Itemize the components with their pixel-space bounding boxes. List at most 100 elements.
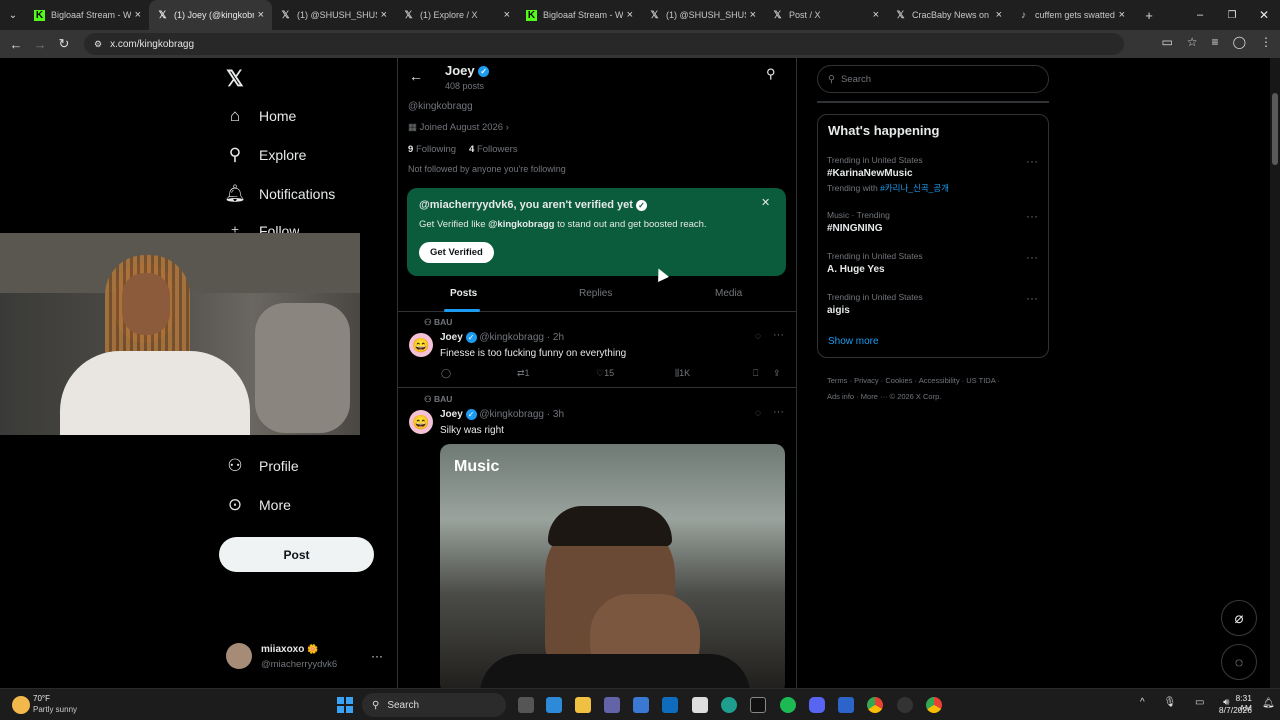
profile-search-icon[interactable]: ⚲ <box>766 66 776 82</box>
start-icon[interactable] <box>337 697 353 713</box>
spotify-icon[interactable] <box>780 697 796 713</box>
avatar[interactable]: 😄 <box>409 410 433 434</box>
taskbar-search[interactable]: ⚲ Search <box>362 693 506 717</box>
account-switcher[interactable]: miiaxoxo 🌼 @miacherryydvk6 ··· <box>226 643 386 673</box>
close-tab-icon[interactable]: × <box>1119 9 1125 21</box>
tab-replies[interactable]: Replies <box>579 288 612 299</box>
outlook-icon[interactable] <box>662 697 678 713</box>
close-tab-icon[interactable]: × <box>750 9 756 21</box>
bookmark-icon[interactable]: ⎕ <box>753 368 758 379</box>
close-tab-icon[interactable]: × <box>258 9 264 21</box>
weather-widget[interactable]: 70°F Partly sunny <box>12 693 112 717</box>
close-tab-icon[interactable]: × <box>873 9 879 21</box>
browser-tab[interactable]: K Bigloaaf Stream - Wa × <box>518 0 641 30</box>
browser-tab[interactable]: 𝕏 CracBaby News on X × <box>887 0 1010 30</box>
grok-icon[interactable]: ◌ <box>755 408 761 419</box>
footer-cookies[interactable]: Cookies <box>885 376 912 385</box>
sidebar-item-explore[interactable]: ⚲ Explore <box>225 145 307 165</box>
grok-icon[interactable]: ◌ <box>755 331 761 342</box>
trend-item[interactable]: Trending in United States #KarinaNewMusi… <box>827 155 949 194</box>
sidebar-item-home[interactable]: ⌂ Home <box>225 106 297 126</box>
post-more-icon[interactable]: ··· <box>773 329 784 341</box>
chrome-active-icon[interactable] <box>926 697 942 713</box>
discord-icon[interactable] <box>809 697 825 713</box>
views-icon[interactable]: ⫼ 1K <box>675 368 690 379</box>
browser-menu-icon[interactable]: ⋮ <box>1260 35 1272 49</box>
close-tab-icon[interactable]: × <box>504 9 510 21</box>
task-view-icon[interactable] <box>518 697 534 713</box>
sidebar-item-profile[interactable]: ⚇ Profile <box>225 456 298 476</box>
show-more-link[interactable]: Show more <box>828 336 879 347</box>
close-tab-icon[interactable]: × <box>996 9 1002 21</box>
footer-ads-info[interactable]: Ads info <box>827 392 854 401</box>
trend-item[interactable]: Trending in United States aigis <box>827 292 923 316</box>
notepad-icon[interactable] <box>692 697 708 713</box>
reload-icon[interactable]: ↻ <box>52 36 76 52</box>
get-verified-button[interactable]: Get Verified <box>419 242 494 263</box>
teams-icon[interactable] <box>604 697 620 713</box>
reply-icon[interactable]: ◯ <box>441 368 451 379</box>
page-scrollbar[interactable] <box>1270 58 1280 688</box>
tab-media[interactable]: Media <box>715 288 742 299</box>
close-tab-icon[interactable]: × <box>135 9 141 21</box>
address-bar[interactable]: ⚙ x.com/kingkobragg <box>84 33 1124 55</box>
media-controls-icon[interactable]: ≡ <box>1212 35 1219 49</box>
store-icon[interactable] <box>633 697 649 713</box>
like-icon[interactable]: ♡ 15 <box>596 368 614 379</box>
footer-terms[interactable]: Terms <box>827 376 847 385</box>
trend-more-icon[interactable]: ··· <box>1026 291 1038 305</box>
close-tab-icon[interactable]: × <box>381 9 387 21</box>
close-window-button[interactable]: ✕ <box>1248 8 1280 22</box>
app-icon[interactable] <box>838 697 854 713</box>
post-item[interactable]: ⚇ BAU 😄 Joey ✓ @kingkobragg · 3h ◌ ··· S… <box>398 390 796 688</box>
browser-tab[interactable]: 𝕏 Post / X × <box>764 0 887 30</box>
obs-icon[interactable] <box>897 697 913 713</box>
post-media[interactable]: Music <box>440 444 785 688</box>
footer-accessibility[interactable]: Accessibility <box>919 376 960 385</box>
footer-privacy[interactable]: Privacy <box>854 376 879 385</box>
capcut-icon[interactable] <box>750 697 766 713</box>
new-tab-button[interactable]: + <box>1137 8 1161 23</box>
post-button[interactable]: Post <box>219 537 374 572</box>
sidebar-item-more[interactable]: ⊙ More <box>225 495 291 515</box>
trend-more-icon[interactable]: ··· <box>1026 250 1038 264</box>
account-more-icon[interactable]: ··· <box>371 649 383 663</box>
browser-tab[interactable]: ♪ cuffem gets swatted × <box>1010 0 1133 30</box>
notifications-bell-icon[interactable]: 🔔︎ <box>1262 698 1275 709</box>
footer-more[interactable]: More ··· <box>861 392 888 401</box>
avatar[interactable]: 😄 <box>409 333 433 357</box>
back-icon[interactable]: ← <box>4 37 28 52</box>
back-arrow-icon[interactable]: ← <box>409 68 423 84</box>
search-input[interactable]: ⚲ Search <box>817 65 1049 93</box>
site-info-icon[interactable]: ⚙ <box>94 39 102 50</box>
edge-icon[interactable] <box>721 697 737 713</box>
sidebar-item-notifications[interactable]: 🔔︎ Notifications <box>224 184 335 204</box>
close-tab-icon[interactable]: × <box>627 9 633 21</box>
browser-tab[interactable]: 𝕏 (1) @SHUSH_SHUSH × <box>272 0 395 30</box>
tab-posts[interactable]: Posts <box>450 288 477 299</box>
trend-more-icon[interactable]: ··· <box>1026 154 1038 168</box>
share-icon[interactable]: ⇪ <box>773 368 781 379</box>
post-more-icon[interactable]: ··· <box>773 406 784 418</box>
profile-icon[interactable]: ◯ <box>1233 35 1246 49</box>
browser-tab[interactable]: 𝕏 (1) Explore / X × <box>395 0 518 30</box>
close-icon[interactable]: ✕ <box>761 196 770 209</box>
following-link[interactable]: 9 Following <box>408 144 456 155</box>
followers-link[interactable]: 4 Followers <box>469 144 518 155</box>
tab-search-chevron-icon[interactable]: ⌄ <box>0 10 26 21</box>
maximize-button[interactable]: ❐ <box>1216 10 1248 21</box>
bookmark-star-icon[interactable]: ☆ <box>1187 35 1198 49</box>
browser-tab[interactable]: K Bigloaaf Stream - Wa × <box>26 0 149 30</box>
chrome-icon[interactable] <box>867 697 883 713</box>
install-app-icon[interactable]: ▭ <box>1161 35 1172 49</box>
post-item[interactable]: ⚇ BAU 😄 Joey ✓ @kingkobragg · 2h ◌ ··· F… <box>398 313 796 388</box>
photos-icon[interactable] <box>546 697 562 713</box>
forward-icon[interactable]: → <box>28 37 52 52</box>
scrollbar-thumb[interactable] <box>1272 93 1278 165</box>
trend-item[interactable]: Trending in United States A. Huge Yes <box>827 251 923 275</box>
messages-float-button[interactable]: ◌ <box>1221 644 1257 680</box>
retweet-icon[interactable]: ⇄ 1 <box>517 368 530 379</box>
footer-us-tida[interactable]: US TIDA <box>966 376 995 385</box>
trend-more-icon[interactable]: ··· <box>1026 209 1038 223</box>
minimize-button[interactable]: – <box>1184 9 1216 21</box>
